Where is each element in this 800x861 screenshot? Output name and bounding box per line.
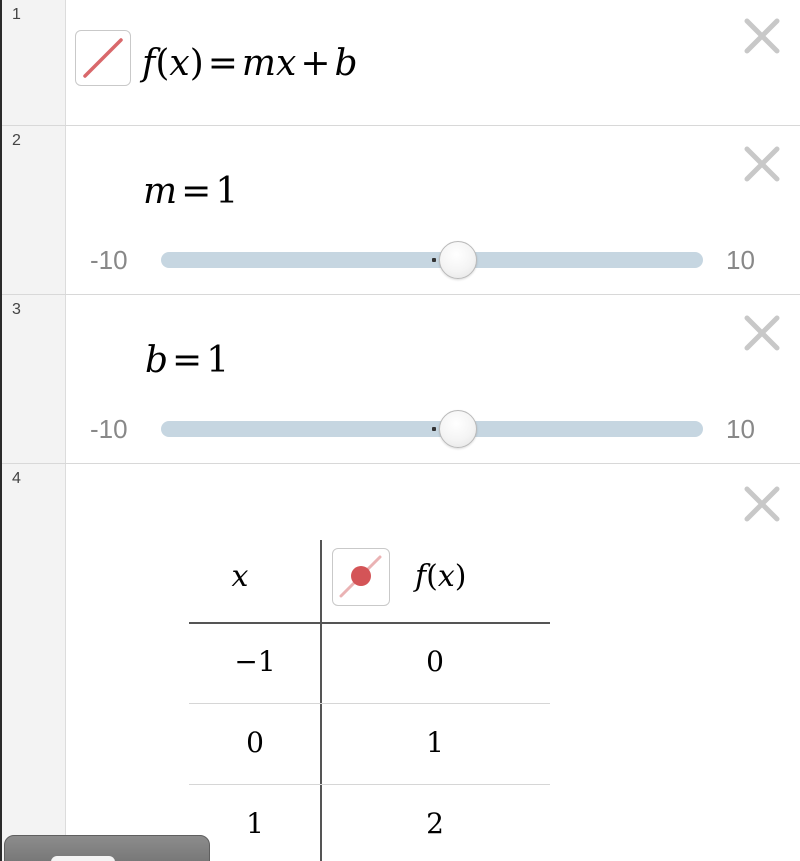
function-definition[interactable]: f(x) = mx + b <box>142 46 358 82</box>
slider-min-label[interactable]: -10 <box>90 247 128 273</box>
column-variable: x <box>231 559 249 594</box>
slider-max-label[interactable]: 10 <box>726 416 755 442</box>
table-cell-x[interactable]: −1 <box>210 648 300 676</box>
table-header-divider <box>189 622 550 624</box>
table-cell-x[interactable]: 1 <box>210 810 300 838</box>
row-number: 2 <box>12 132 21 149</box>
line-style-icon[interactable] <box>75 30 131 86</box>
table-header-fx[interactable]: f(x) <box>415 562 505 592</box>
table-row-divider <box>189 784 550 785</box>
expression-row-1[interactable]: 1 f(x) = mx + b <box>2 0 800 126</box>
expression-list: 1 f(x) = mx + b 2 m = 1 -10 10 3 b = 1 -10 <box>0 0 800 861</box>
table-cell-fx[interactable]: 1 <box>395 729 475 757</box>
variable-value: 1 <box>215 171 239 212</box>
x-term: x <box>276 43 297 84</box>
close-icon[interactable] <box>742 484 782 524</box>
function-variable: x <box>169 43 190 84</box>
slider-max-label[interactable]: 10 <box>726 247 755 273</box>
row-number: 3 <box>12 301 21 318</box>
variable-name: b <box>145 340 169 381</box>
function-variable: x <box>437 559 455 594</box>
expression-row-2[interactable]: 2 m = 1 -10 10 <box>2 126 800 295</box>
table-header-x[interactable]: x <box>200 562 280 592</box>
slider-min-label[interactable]: -10 <box>90 416 128 442</box>
table-cell-x[interactable]: 0 <box>210 729 300 757</box>
slider-track[interactable] <box>161 252 703 268</box>
close-icon[interactable] <box>742 313 782 353</box>
slider-variable-b[interactable]: b = 1 <box>145 343 229 379</box>
equals-sign: = <box>172 340 203 381</box>
table-cell-fx[interactable]: 2 <box>395 810 475 838</box>
plus-sign: + <box>300 43 331 84</box>
equals-sign: = <box>181 171 212 212</box>
slider-zero-tick <box>432 427 436 431</box>
bottom-tab-button[interactable] <box>51 856 115 861</box>
row-number: 4 <box>12 470 21 487</box>
function-name: f <box>142 43 156 84</box>
point-style-icon[interactable] <box>332 548 390 606</box>
function-name: f <box>415 559 427 594</box>
expression-row-3[interactable]: 3 b = 1 -10 10 <box>2 295 800 464</box>
close-icon[interactable] <box>742 16 782 56</box>
variable-value: 1 <box>206 340 230 381</box>
table-column-divider <box>320 540 322 861</box>
bottom-toolbar-tab[interactable] <box>4 835 210 861</box>
row-number: 1 <box>12 6 21 23</box>
close-icon[interactable] <box>742 144 782 184</box>
equals-sign: = <box>207 43 238 84</box>
table-row-divider <box>189 703 550 704</box>
slider-track[interactable] <box>161 421 703 437</box>
slider-handle[interactable] <box>439 241 478 279</box>
slider-zero-tick <box>432 258 436 262</box>
table-cell-fx[interactable]: 0 <box>395 648 475 676</box>
slider-variable-m[interactable]: m = 1 <box>143 174 238 210</box>
intercept-term: b <box>334 43 358 84</box>
slope-term: m <box>241 43 277 84</box>
slider-handle[interactable] <box>439 410 478 448</box>
variable-name: m <box>143 171 178 212</box>
